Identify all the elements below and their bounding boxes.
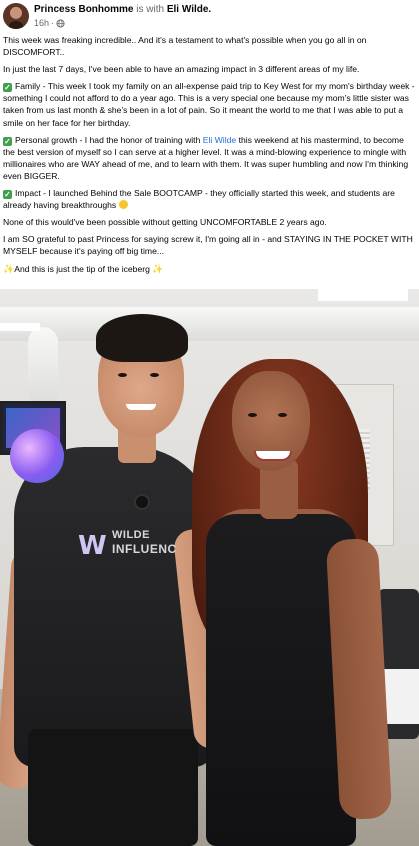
check-box-icon: ✓ xyxy=(3,190,12,200)
post-paragraph: I am SO grateful to past Princess for sa… xyxy=(3,234,413,257)
woman-eye xyxy=(248,413,257,417)
post-paragraph: This week was freaking incredible.. And … xyxy=(3,35,367,58)
post-paragraph-impact: ✓ Impact - I launched Behind the Sale BOO… xyxy=(3,187,415,211)
man-eye xyxy=(150,373,159,377)
man-smile xyxy=(126,404,156,410)
lapel-mic xyxy=(134,494,150,510)
author-name[interactable]: Princess Bonhomme xyxy=(34,4,133,15)
sparkles-icon: ✨ xyxy=(3,263,15,274)
privacy-blur-orb xyxy=(10,429,64,483)
woman-smile xyxy=(254,451,292,461)
impact-text: Impact - I launched Behind the Sale BOOT… xyxy=(3,188,395,211)
man-eye xyxy=(118,373,127,377)
author-avatar[interactable] xyxy=(3,3,29,29)
mention-link[interactable]: Eli Wilde xyxy=(203,135,236,145)
man-pants xyxy=(28,729,198,846)
with-text: is with xyxy=(136,4,165,15)
post-paragraph: None of this would've been possible with… xyxy=(3,217,327,228)
logo-mark: W xyxy=(78,531,107,561)
ceiling-light xyxy=(0,323,40,331)
closing-text: And this is just the tip of the iceberg xyxy=(14,263,150,274)
smiling-face-icon xyxy=(118,200,128,210)
sparkles-icon: ✨ xyxy=(152,263,164,274)
post-text: This week was freaking incredible.. And … xyxy=(3,34,415,280)
post-meta: 16h · xyxy=(34,18,65,28)
ceiling-duct xyxy=(0,307,419,341)
post-header: Princess Bonhomme is with Eli Wilde. 16h… xyxy=(0,0,419,34)
post-paragraph-growth: ✓ Personal growth - I had the honor of tr… xyxy=(3,134,415,182)
post-time[interactable]: 16h xyxy=(34,18,49,28)
tagged-person[interactable]: Eli Wilde. xyxy=(167,4,211,15)
woman-eye xyxy=(278,413,287,417)
post-paragraph-closing: ✨And this is just the tip of the iceberg… xyxy=(3,263,415,275)
author-line: Princess Bonhomme is with Eli Wilde. xyxy=(34,4,211,15)
check-box-icon: ✓ xyxy=(3,136,12,146)
ceiling-light xyxy=(318,289,408,301)
ceiling-duct xyxy=(28,327,58,407)
growth-text-before: Personal growth - I had the honor of tra… xyxy=(15,134,203,145)
logo-line2: INFLUENC xyxy=(112,542,177,556)
man-hair xyxy=(96,314,188,362)
check-box-icon: ✓ xyxy=(3,83,12,93)
post-paragraph: In just the last 7 days, I've been able … xyxy=(3,64,360,75)
post-paragraph-family: ✓ Family - This week I took my family on … xyxy=(3,80,415,128)
post-photo[interactable]: W WILDE INFLUENC xyxy=(0,289,419,846)
shirt-logo: W WILDE INFLUENC xyxy=(78,527,208,563)
globe-icon xyxy=(56,18,65,28)
family-text: Family - This week I took my family on a… xyxy=(3,81,415,128)
logo-line1: WILDE xyxy=(112,529,150,541)
